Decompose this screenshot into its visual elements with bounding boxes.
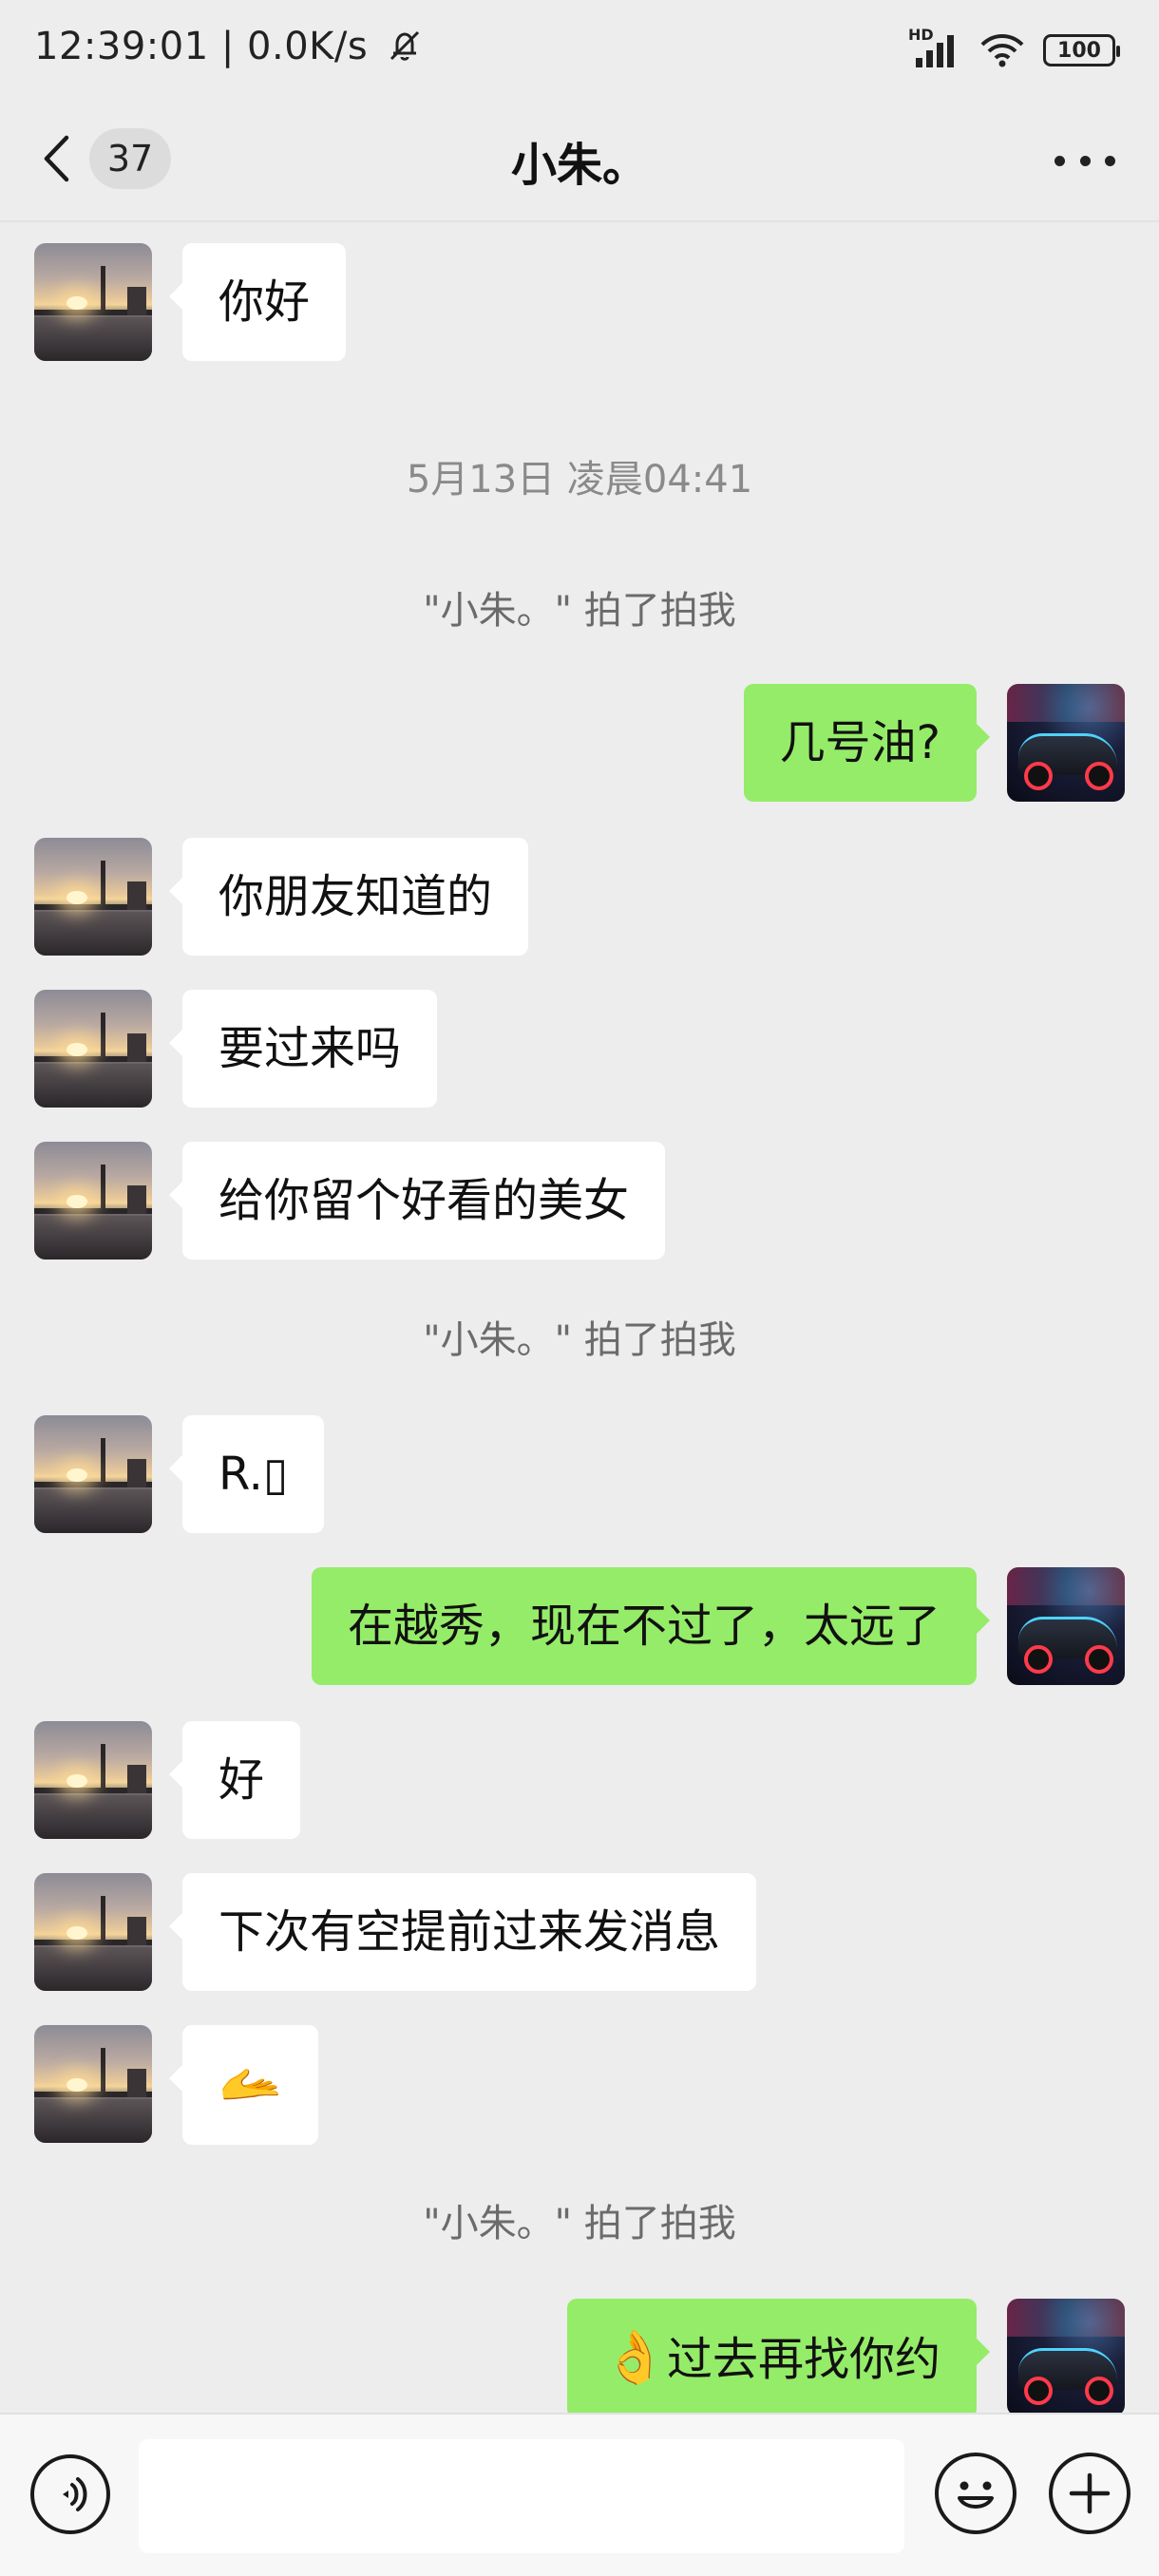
message-row: 在越秀，现在不过了，太远了: [0, 1567, 1159, 1685]
incoming-message-bubble[interactable]: 要过来吗: [168, 990, 438, 1108]
message-row: 下次有空提前过来发消息: [0, 1873, 1159, 1991]
contact-avatar[interactable]: [34, 243, 152, 361]
voice-icon: [63, 2477, 87, 2511]
message-text: R.▯: [218, 1448, 289, 1501]
input-bar: [0, 2413, 1159, 2576]
incoming-message-bubble[interactable]: 🫴: [168, 2025, 319, 2145]
ok-hand-emoji: 👌: [602, 2327, 667, 2387]
message-row: R.▯: [0, 1415, 1159, 1533]
message-row: 🫴: [0, 2025, 1159, 2145]
contact-avatar[interactable]: [34, 1873, 152, 1991]
message-text: 几号油?: [779, 716, 940, 769]
my-avatar[interactable]: [1007, 2299, 1125, 2413]
message-input[interactable]: [139, 2439, 904, 2553]
mute-bell-icon: [390, 30, 420, 61]
contact-avatar[interactable]: [34, 990, 152, 1108]
incoming-message-bubble[interactable]: 给你留个好看的美女: [168, 1142, 666, 1260]
more-functions-button[interactable]: [1049, 2453, 1130, 2534]
my-avatar[interactable]: [1007, 1567, 1125, 1685]
message-list[interactable]: 你好 5月13日 凌晨04:41 "小朱。" 拍了拍我 几号油? 你朋友知道的 …: [0, 224, 1159, 2413]
battery-icon: 100: [1043, 34, 1120, 66]
more-options-button[interactable]: [1054, 146, 1115, 175]
message-row: 给你留个好看的美女: [0, 1142, 1159, 1260]
voice-input-button[interactable]: [30, 2454, 110, 2534]
message-text: 给你留个好看的美女: [218, 1174, 630, 1227]
message-row: 要过来吗: [0, 990, 1159, 1108]
contact-avatar[interactable]: [34, 1415, 152, 1533]
message-text: 你好: [218, 275, 311, 329]
contact-avatar[interactable]: [34, 1721, 152, 1839]
wifi-icon: [980, 34, 1024, 67]
pat-notice: "小朱。" 拍了拍我: [423, 1318, 736, 1362]
outgoing-message-bubble[interactable]: 👌过去再找你约: [566, 2299, 991, 2413]
message-row: 你好: [0, 243, 1159, 361]
message-text: 好: [218, 1753, 265, 1807]
incoming-message-bubble[interactable]: 你好: [168, 243, 347, 361]
chat-header: 37 小朱。: [0, 99, 1159, 222]
message-row: 👌过去再找你约: [0, 2299, 1159, 2413]
message-emoji: 🫴: [218, 2054, 283, 2113]
pat-notice: "小朱。" 拍了拍我: [423, 2202, 736, 2245]
message-text: 在越秀，现在不过了，太远了: [347, 1600, 940, 1653]
battery-level: 100: [1057, 38, 1101, 63]
incoming-message-bubble[interactable]: 好: [168, 1721, 301, 1839]
incoming-message-bubble[interactable]: 你朋友知道的: [168, 838, 529, 956]
my-avatar[interactable]: [1007, 684, 1125, 802]
message-text: 下次有空提前过来发消息: [218, 1905, 721, 1959]
message-row: 你朋友知道的: [0, 838, 1159, 956]
status-time: 12:39:01 | 0.0K/s: [34, 25, 369, 68]
outgoing-message-bubble[interactable]: 在越秀，现在不过了，太远了: [311, 1567, 991, 1685]
outgoing-message-bubble[interactable]: 几号油?: [743, 684, 991, 802]
message-row: 好: [0, 1721, 1159, 1839]
incoming-message-bubble[interactable]: R.▯: [168, 1415, 325, 1533]
message-text: 要过来吗: [218, 1022, 402, 1075]
pat-notice: "小朱。" 拍了拍我: [423, 589, 736, 633]
dot-icon: [1105, 155, 1115, 166]
message-row: 几号油?: [0, 684, 1159, 802]
status-bar: 12:39:01 | 0.0K/s HD 100: [0, 0, 1159, 99]
timestamp-label: 5月13日 凌晨04:41: [406, 458, 753, 502]
message-text: 过去再找你约: [666, 2333, 940, 2386]
contact-avatar[interactable]: [34, 2025, 152, 2143]
chat-title: 小朱。: [510, 139, 648, 192]
message-text: 你朋友知道的: [218, 870, 493, 923]
incoming-message-bubble[interactable]: 下次有空提前过来发消息: [168, 1873, 757, 1991]
emoji-button[interactable]: [935, 2453, 1016, 2534]
contact-avatar[interactable]: [34, 838, 152, 956]
contact-avatar[interactable]: [34, 1142, 152, 1260]
dot-icon: [1054, 155, 1065, 166]
smiley-icon: [958, 2481, 994, 2509]
plus-icon: [1069, 2472, 1111, 2514]
dot-icon: [1079, 155, 1091, 166]
signal-icon: HD: [908, 26, 961, 69]
